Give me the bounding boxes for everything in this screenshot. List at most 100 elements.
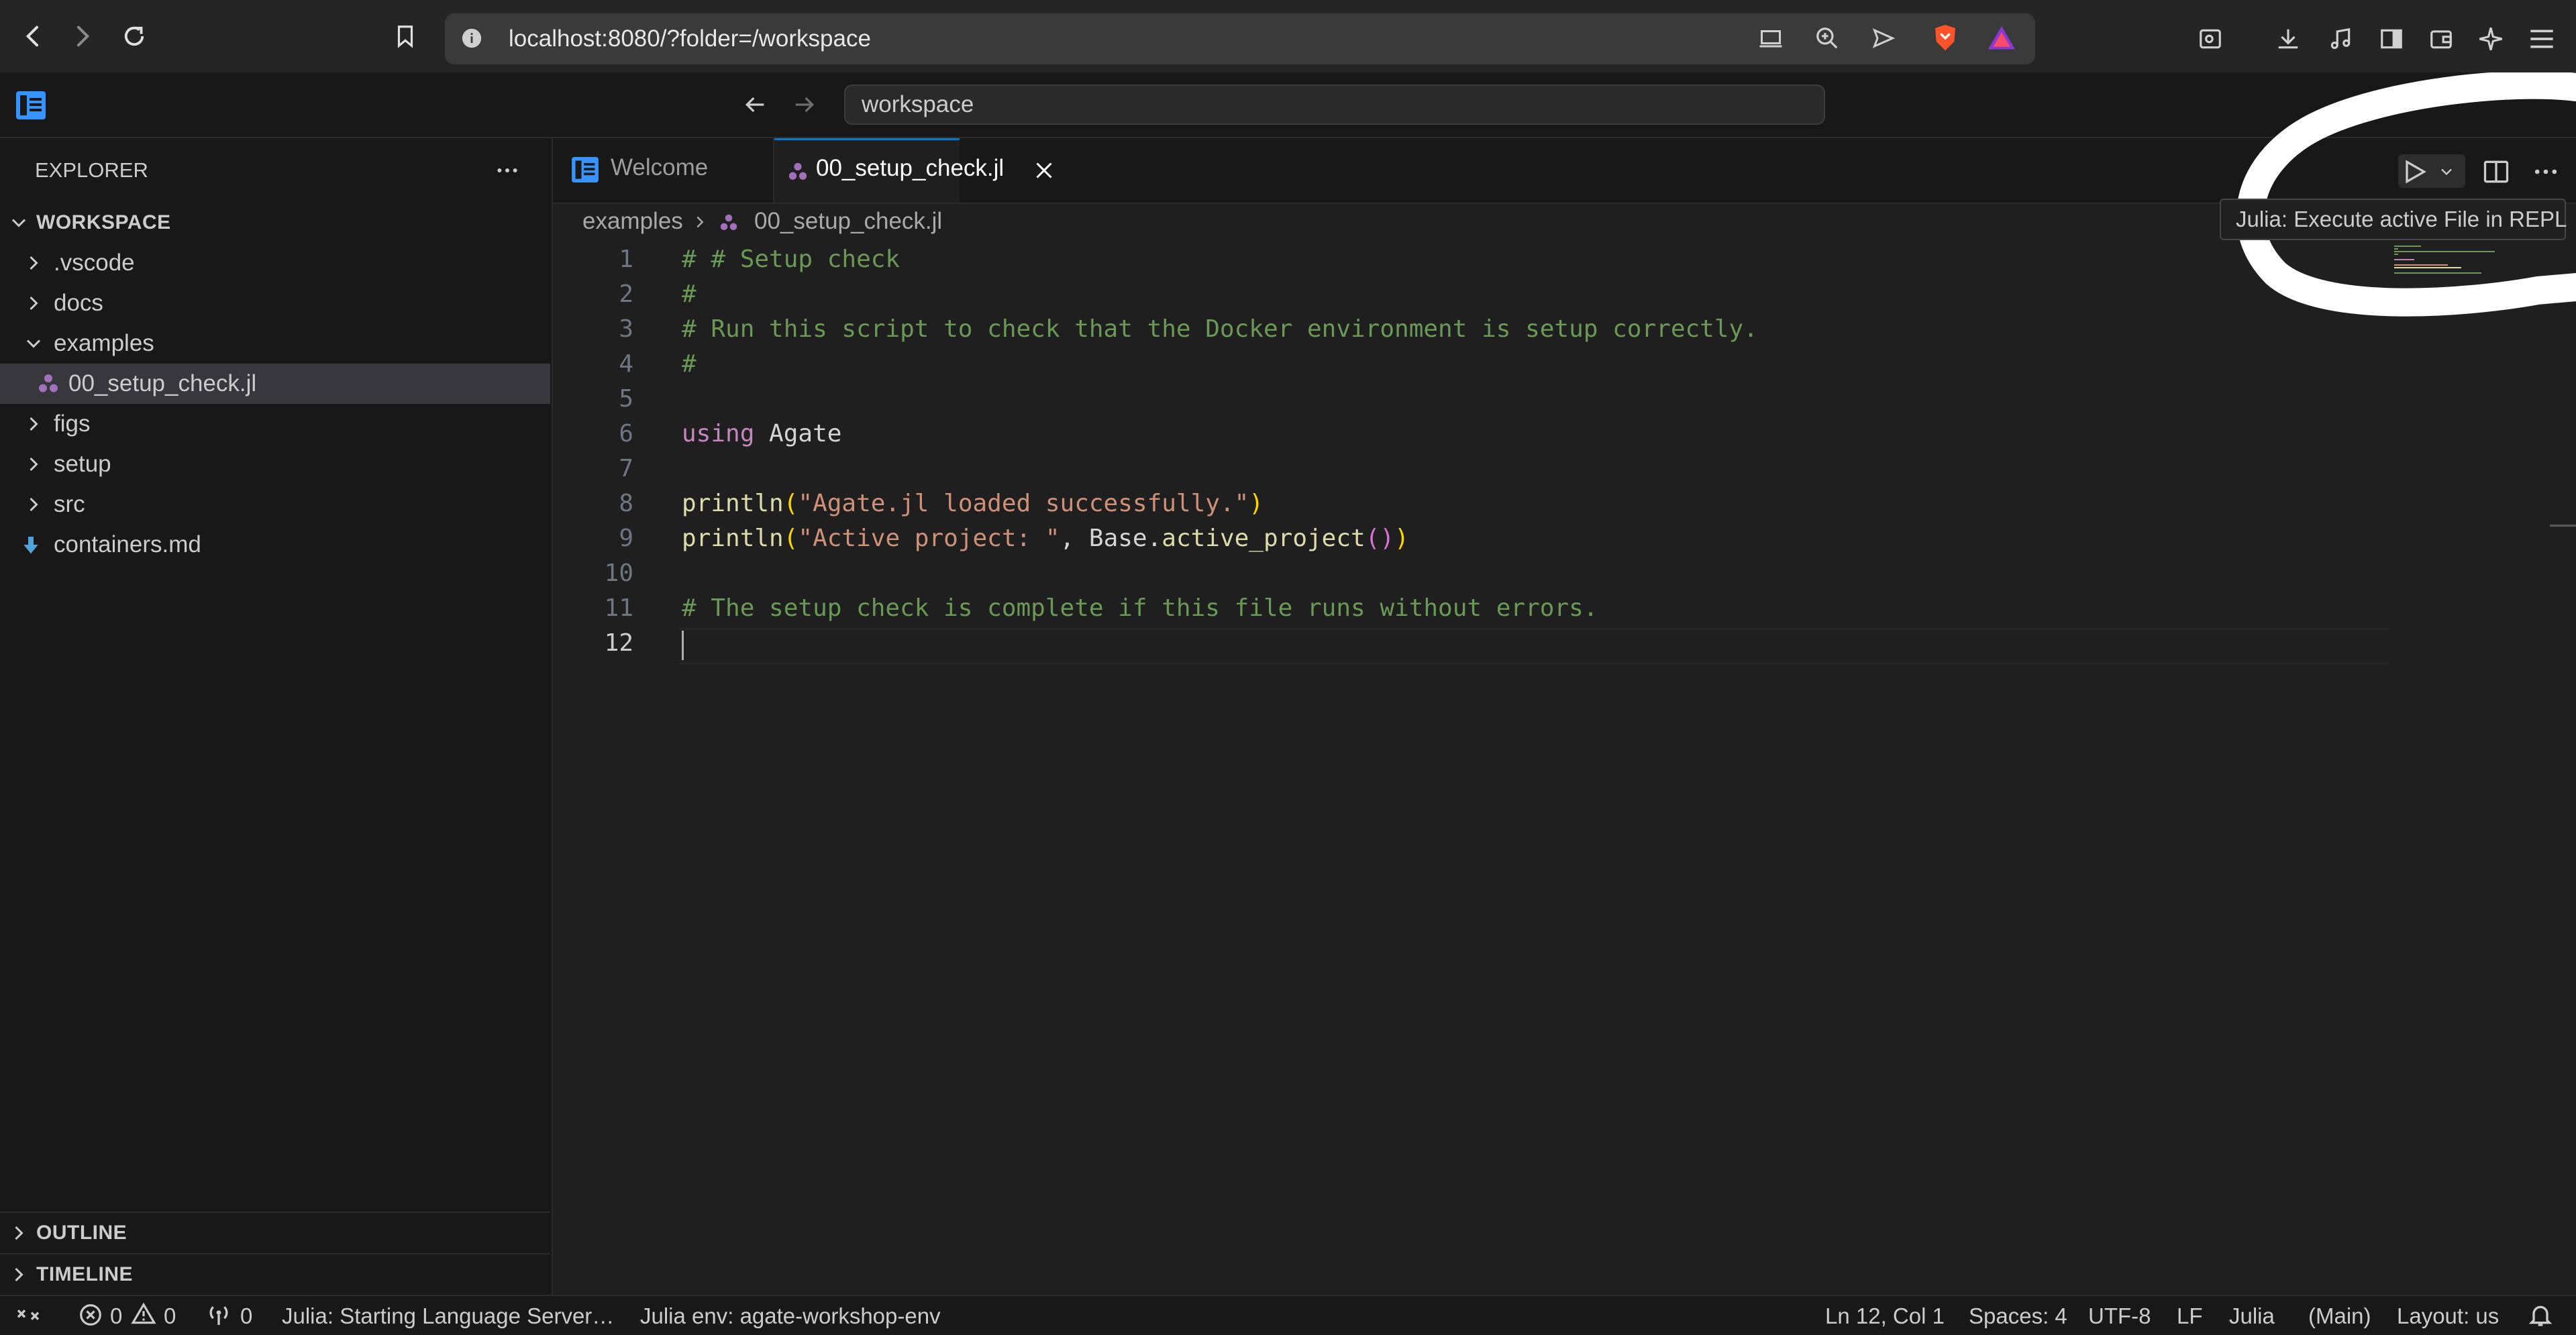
- julia-file-icon: [719, 213, 738, 232]
- julia-file-icon: [788, 162, 807, 180]
- reload-icon[interactable]: [113, 15, 156, 58]
- chevron-right-icon: [30, 497, 38, 512]
- error-icon[interactable]: [78, 1302, 103, 1328]
- text-cursor: [682, 631, 684, 660]
- tree-item-containers-md[interactable]: containers.md: [0, 525, 550, 565]
- ports-icon[interactable]: [205, 1301, 232, 1328]
- line-number: 6: [619, 420, 633, 447]
- line-number: 2: [619, 280, 633, 308]
- tree-item-figs[interactable]: figs: [0, 404, 550, 444]
- chevron-down-icon: [26, 339, 41, 348]
- editor-area[interactable]: [553, 204, 2576, 1295]
- brave-rewards-icon[interactable]: [1983, 20, 2020, 56]
- url-text[interactable]: localhost:8080/?folder=/workspace: [509, 22, 871, 56]
- tree-item-setup-check-file[interactable]: 00_setup_check.jl: [0, 364, 550, 404]
- indentation-status[interactable]: Spaces: 4: [1969, 1303, 2067, 1330]
- music-icon[interactable]: [2322, 20, 2359, 58]
- overview-ruler-marker: [2550, 525, 2576, 527]
- tooltip-text: Julia: Execute active File in REPL: [2236, 207, 2567, 231]
- tab-label: 00_setup_check.jl: [816, 155, 1004, 181]
- line-number: 5: [619, 385, 633, 413]
- line-number: 8: [619, 490, 633, 517]
- line-number: 3: [619, 315, 633, 343]
- line-number: 4: [619, 350, 633, 378]
- tab-label: Welcome: [611, 154, 709, 180]
- tree-item-examples[interactable]: examples: [0, 323, 550, 364]
- cast-icon[interactable]: [1753, 20, 1789, 56]
- keyboard-layout-status[interactable]: Layout: us: [2397, 1303, 2499, 1330]
- tree-item-docs[interactable]: docs: [0, 283, 550, 323]
- send-icon[interactable]: [1865, 20, 1902, 56]
- go-back-icon[interactable]: [741, 91, 769, 118]
- chevron-right-icon: [30, 417, 38, 431]
- explorer-title: EXPLORER: [35, 158, 148, 182]
- notifications-bell-icon[interactable]: [2527, 1301, 2554, 1328]
- line-number: 1: [619, 246, 633, 273]
- menu-icon[interactable]: [2523, 20, 2561, 58]
- tree-item-setup[interactable]: setup: [0, 444, 550, 484]
- back-icon[interactable]: [12, 15, 55, 58]
- code-line[interactable]: using Agate: [682, 420, 841, 447]
- code-line[interactable]: #: [682, 350, 697, 378]
- tab-setup-check[interactable]: 00_setup_check.jl: [774, 138, 1004, 203]
- explorer-sidebar: EXPLORER WORKSPACE .vscode docs examples…: [0, 138, 553, 1295]
- wallet-icon[interactable]: [2422, 20, 2460, 58]
- chevron-down-icon: [11, 219, 26, 227]
- breadcrumb-separator-icon: [690, 212, 710, 232]
- tab-welcome[interactable]: Welcome: [553, 138, 774, 203]
- remote-indicator-icon[interactable]: [15, 1301, 42, 1328]
- more-actions-icon[interactable]: [494, 157, 521, 184]
- line-number: 7: [619, 455, 633, 482]
- encoding-status[interactable]: UTF-8: [2088, 1303, 2151, 1330]
- status-bar: 0 0 0 Julia: Starting Language Server… J…: [0, 1295, 2576, 1335]
- command-center-text: workspace: [862, 91, 974, 117]
- language-server-status[interactable]: Julia: Starting Language Server…: [282, 1303, 614, 1330]
- leo-ai-icon[interactable]: [2472, 20, 2510, 58]
- brave-shields-icon[interactable]: [1927, 20, 1963, 56]
- warning-count[interactable]: 0: [164, 1303, 176, 1330]
- close-tab-icon[interactable]: [1032, 158, 1056, 182]
- timeline-section-header[interactable]: TIMELINE: [0, 1254, 550, 1295]
- screenshot-icon[interactable]: [2192, 20, 2229, 58]
- code-line[interactable]: # # Setup check: [682, 246, 900, 273]
- code-line[interactable]: # The setup check is complete if this fi…: [682, 594, 1598, 622]
- language-mode[interactable]: Julia: [2229, 1303, 2275, 1330]
- code-line[interactable]: #: [682, 280, 697, 308]
- breadcrumb-examples[interactable]: examples: [582, 208, 683, 235]
- site-info-icon[interactable]: [454, 20, 490, 56]
- sidebar-toggle-icon[interactable]: [2373, 20, 2410, 58]
- chevron-right-icon: [15, 1226, 23, 1240]
- forward-icon[interactable]: [60, 15, 103, 58]
- line-number: 11: [604, 594, 633, 622]
- outline-section-header[interactable]: OUTLINE: [0, 1213, 550, 1253]
- line-number-current: 12: [604, 629, 633, 657]
- workspace-section-header[interactable]: WORKSPACE: [0, 203, 550, 243]
- tree-item-src[interactable]: src: [0, 484, 550, 525]
- browser-toolbar: localhost:8080/?folder=/workspace: [0, 0, 2576, 72]
- julia-module-status[interactable]: (Main): [2308, 1303, 2371, 1330]
- julia-file-icon: [39, 374, 58, 392]
- current-line-highlight: [679, 628, 2389, 664]
- zoom-icon[interactable]: [1809, 20, 1845, 56]
- eol-status[interactable]: LF: [2177, 1303, 2203, 1330]
- command-center-search[interactable]: workspace: [844, 85, 1825, 125]
- vscode-logo-icon: [572, 157, 599, 182]
- julia-env-status[interactable]: Julia env: agate-workshop-env: [640, 1303, 941, 1330]
- ports-count[interactable]: 0: [240, 1303, 252, 1330]
- tree-item-vscode[interactable]: .vscode: [0, 243, 550, 283]
- chevron-right-icon: [30, 296, 38, 311]
- code-line[interactable]: println("Active project: ", Base.active_…: [682, 525, 1409, 552]
- breadcrumb-file[interactable]: 00_setup_check.jl: [754, 208, 942, 235]
- line-number: 9: [619, 525, 633, 552]
- code-line[interactable]: # Run this script to check that the Dock…: [682, 315, 1758, 343]
- code-line[interactable]: println("Agate.jl loaded successfully."): [682, 490, 1264, 517]
- vscode-menu-icon[interactable]: [16, 91, 46, 119]
- cursor-position[interactable]: Ln 12, Col 1: [1825, 1303, 1945, 1330]
- run-tooltip: Julia: Execute active File in REPL: [2220, 199, 2567, 240]
- line-number: 10: [604, 559, 633, 587]
- bookmark-icon[interactable]: [384, 15, 427, 58]
- go-forward-icon[interactable]: [790, 91, 819, 118]
- warning-icon[interactable]: [130, 1301, 157, 1327]
- download-icon[interactable]: [2269, 20, 2307, 58]
- error-count[interactable]: 0: [110, 1303, 122, 1330]
